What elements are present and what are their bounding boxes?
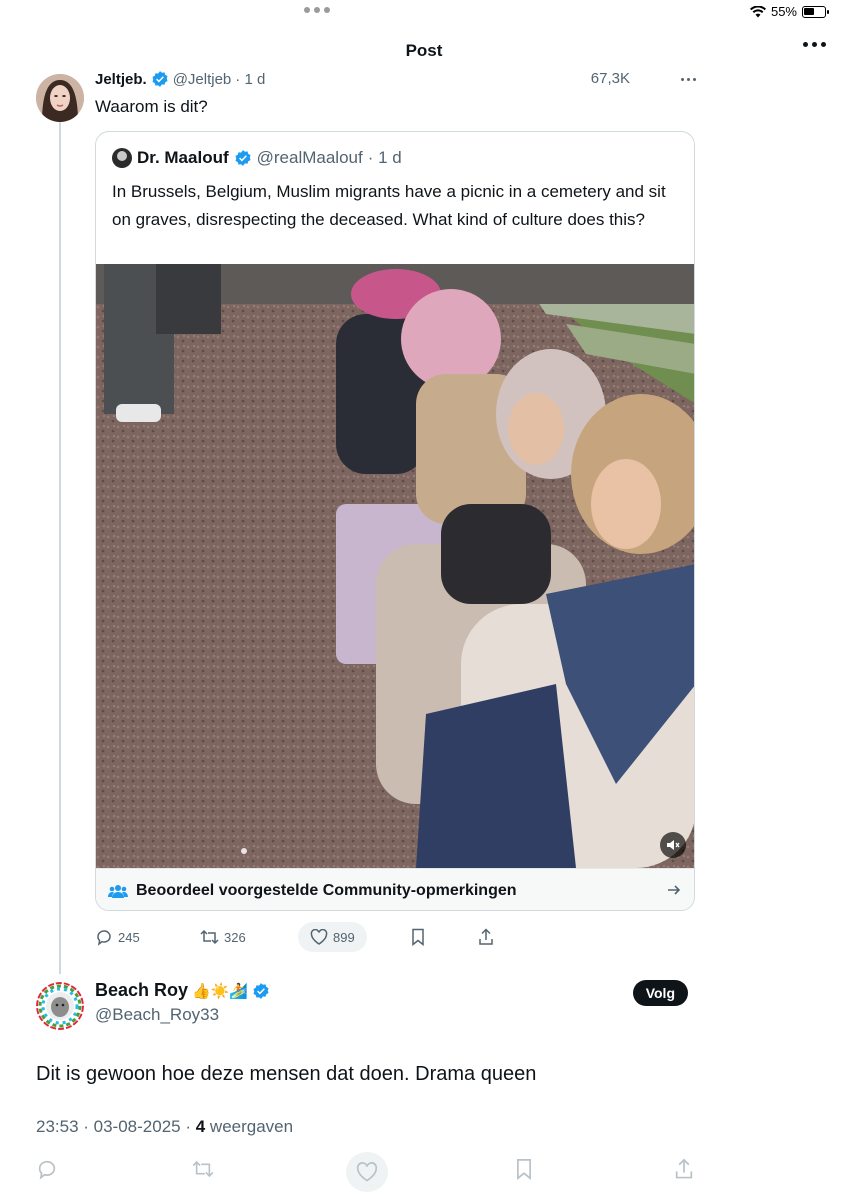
bookmark-button[interactable] [411,922,425,952]
like-icon [356,1162,378,1182]
verified-icon [235,150,251,166]
wifi-icon [749,5,766,17]
quoted-post[interactable]: Dr. Maalouf @realMaalouf · 1 d In Brusse… [95,131,695,911]
repost-button[interactable]: 326 [200,922,246,952]
battery-percentage: 55% [770,4,797,19]
bookmark-button[interactable] [515,1158,533,1185]
post-meta: 23:53 · 03-08-2025 · 4 weergaven [36,1117,293,1137]
post-more-icon[interactable] [681,78,696,81]
more-icon[interactable] [803,42,826,47]
status-bar: 55% [0,0,848,26]
quote-avatar[interactable] [112,148,132,168]
reply-actions [0,1152,848,1192]
quote-author-name[interactable]: Dr. Maalouf [137,148,229,168]
battery-level [804,7,814,15]
like-button[interactable] [346,1152,388,1192]
share-button[interactable] [478,922,494,952]
post-text: Waarom is dit? [95,97,208,116]
author-handle[interactable]: @Jeltjeb [173,71,232,88]
quote-text: In Brussels, Belgium, Muslim migrants ha… [112,182,666,229]
community-icon [108,884,128,898]
views-label: weergaven [205,1117,294,1136]
repost-icon [192,1160,214,1178]
multitasking-dots[interactable] [304,7,330,13]
mute-icon [667,840,680,850]
post-timestamp: 23:53 · 03-08-2025 · [36,1117,196,1136]
reply-author[interactable]: Beach Roy 👍☀️🏄 [95,980,270,1001]
video-player[interactable] [96,264,694,868]
quote-author-handle[interactable]: @realMaalouf [257,148,363,168]
author-name[interactable]: Jeltjeb. [95,71,147,88]
community-notes-link[interactable]: Beoordeel voorgestelde Community-opmerki… [96,868,694,910]
verified-icon [152,71,168,87]
video-frame [96,264,694,868]
status-right: 55% [749,4,829,19]
reply-icon [38,1160,56,1180]
bookmark-icon [517,1158,531,1180]
community-label: Beoordeel voorgestelde Community-opmerki… [136,881,517,899]
views-count: 4 [195,1117,206,1136]
author-emoji: 👍☀️🏄 [192,982,249,1000]
like-icon [310,929,328,945]
reply-author-handle[interactable]: @Beach_Roy33 [95,1005,219,1025]
header: Post [0,38,848,64]
view-count: 67,3K [590,70,630,87]
reply-author-name: Beach Roy [95,980,189,1000]
thread-line [59,122,61,974]
post-time: · 1 d [235,70,266,88]
quote-header: Dr. Maalouf @realMaalouf · 1 d [112,148,402,168]
repost-icon [200,929,219,945]
repost-button[interactable] [192,1158,214,1185]
arrow-right-icon [668,885,681,895]
reply-count: 245 [118,929,140,945]
reply-button[interactable]: 245 [95,922,140,952]
battery-icon [802,5,829,18]
verified-icon [253,982,269,999]
share-icon [675,1158,693,1179]
like-button[interactable]: 899 [298,922,367,952]
avatar[interactable] [36,74,84,122]
like-count: 899 [333,929,355,945]
follow-button[interactable]: Volg [632,980,688,1006]
reply-button[interactable] [36,1158,58,1185]
share-icon [479,928,493,945]
reply-text: Dit is gewoon hoe deze mensen dat doen. … [36,1063,537,1085]
post-actions: 245 326 899 [95,922,515,952]
mute-button[interactable] [660,832,686,858]
reply-icon [97,930,111,946]
repost-count: 326 [224,929,246,945]
page-title: Post [405,41,443,60]
avatar[interactable] [36,982,84,1030]
quote-time: · 1 d [367,148,402,167]
share-button[interactable] [674,1158,694,1185]
bookmark-icon [412,928,424,946]
